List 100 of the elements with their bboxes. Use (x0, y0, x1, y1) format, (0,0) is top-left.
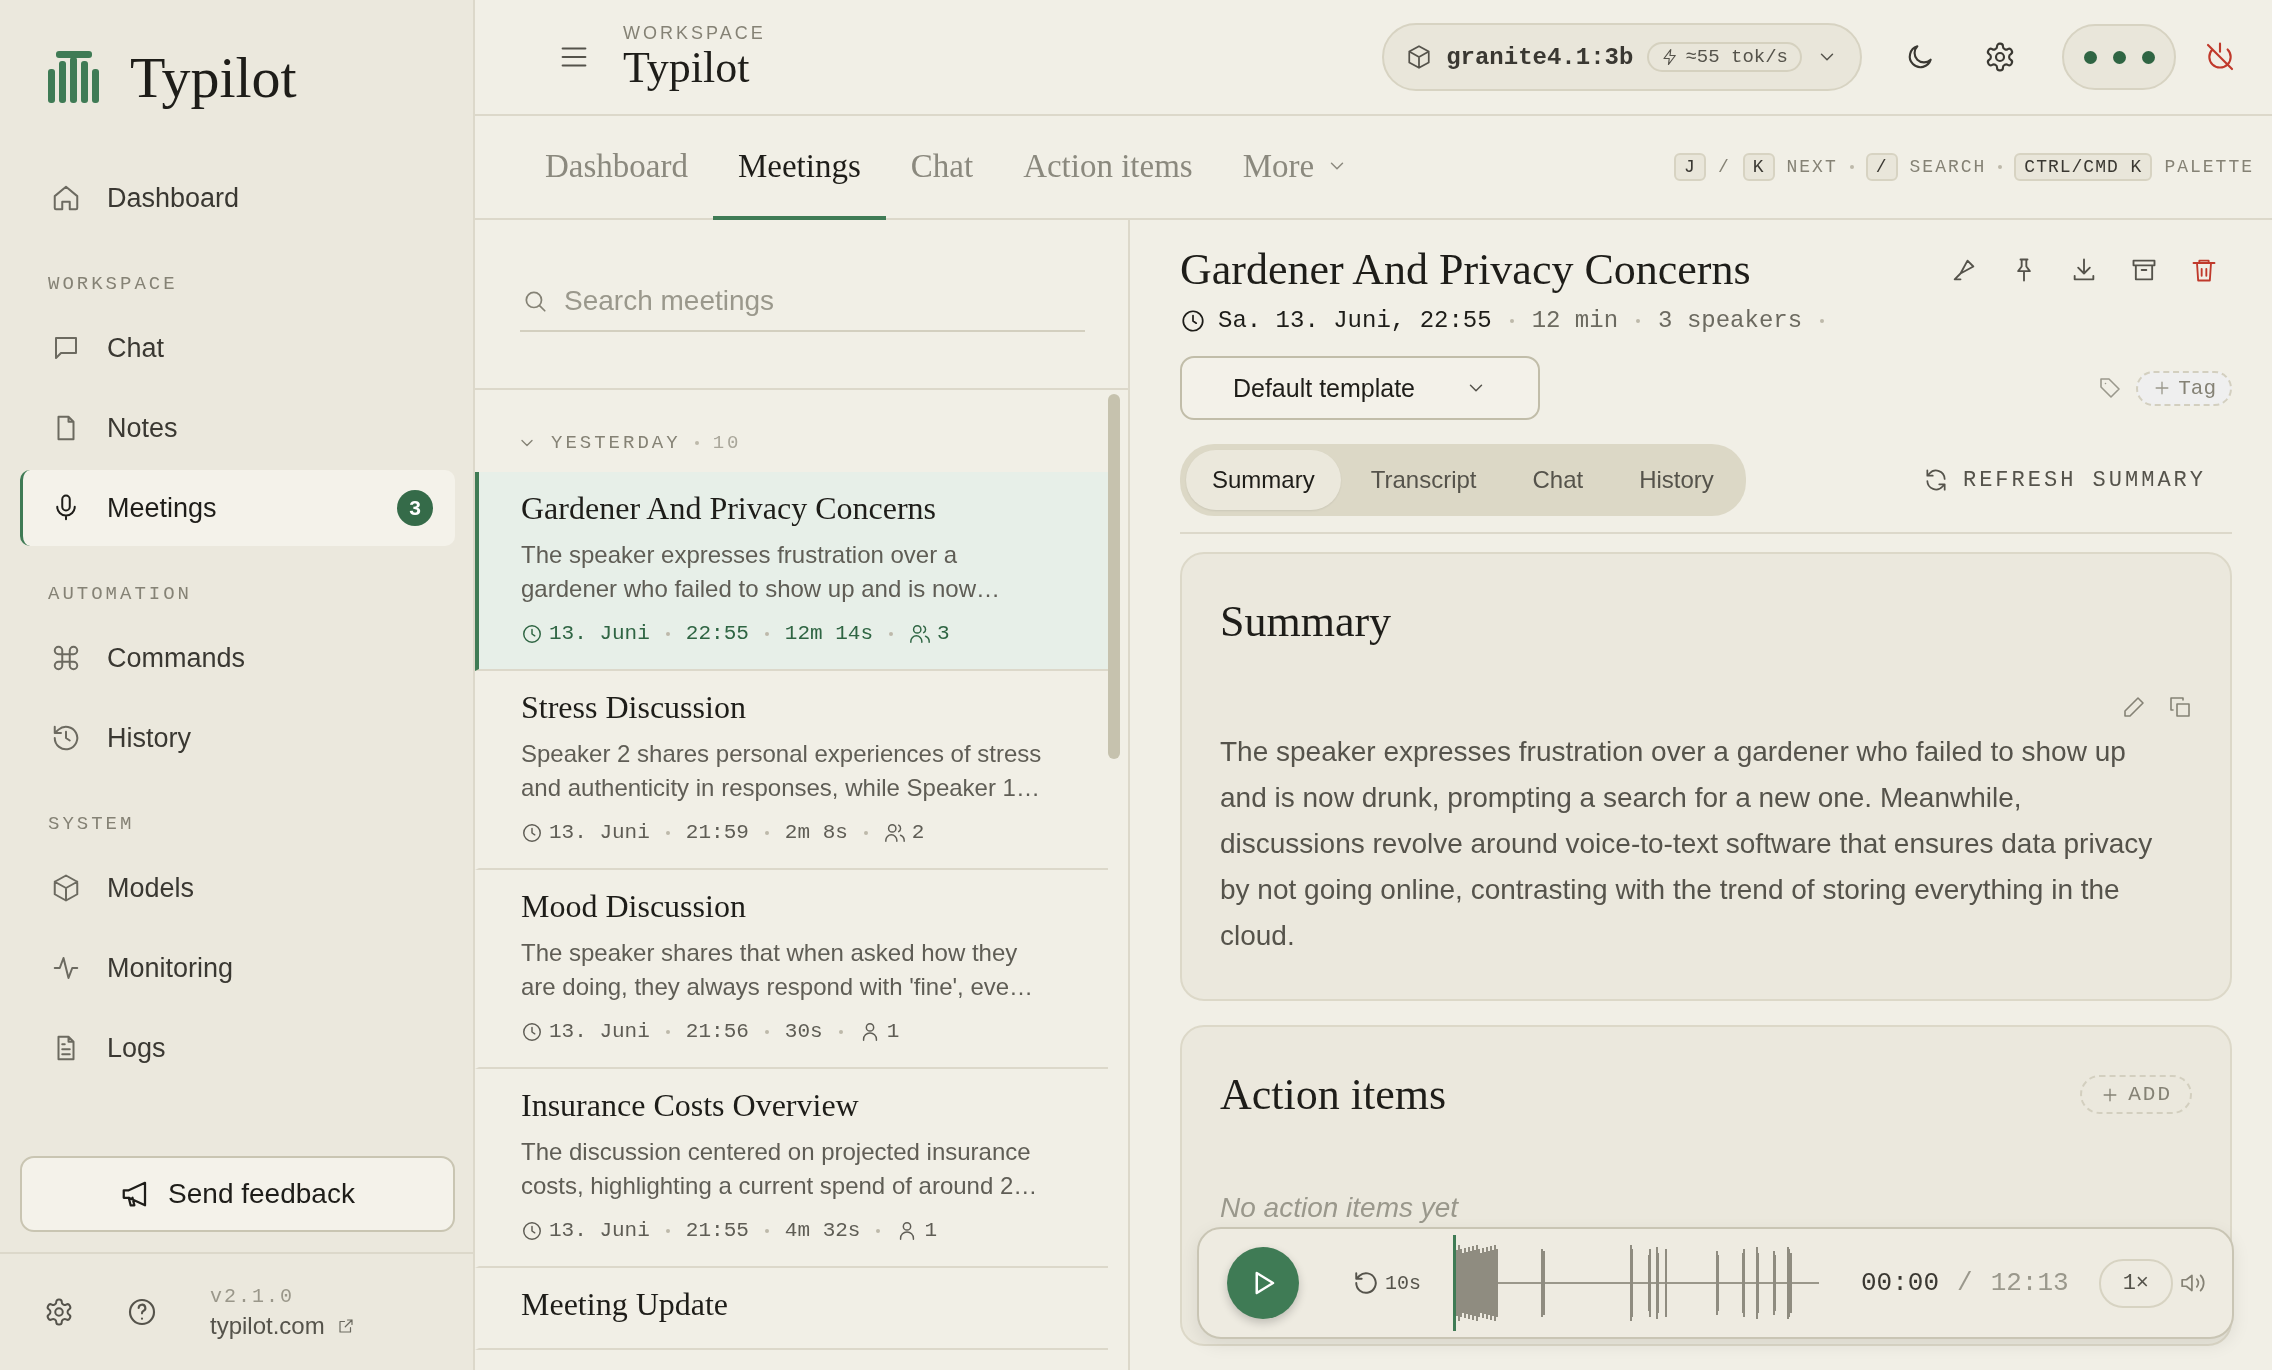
logo-icon (48, 51, 100, 103)
nav-item[interactable]: Monitoring (20, 930, 455, 1006)
section-heading: WORKSPACE (47, 272, 179, 297)
version-label: v2.1.0 (210, 1284, 295, 1308)
feedback-button[interactable]: Send feedback (20, 1156, 455, 1232)
empty-state-text: No action items yet (1220, 1192, 1460, 1224)
model-selector[interactable]: granite4.1:3b ≈55 tok/s (1382, 23, 1862, 91)
total-time: 12:13 (1990, 1268, 2069, 1298)
nav-item[interactable]: History (20, 700, 455, 776)
tab[interactable]: Transcript (1344, 450, 1503, 510)
clock-icon (521, 821, 543, 844)
meeting-item[interactable]: Insurance Costs Overview The discussion centered on projected insurance costs, highlighting a current spend of around 2… 13. Juni 21:55 4m 32s 1 (475, 1069, 1108, 1268)
count-badge: 3 (397, 490, 433, 526)
meeting-summary: The speaker shares that when asked how they are doing, they always respond with 'fine', eve… (521, 938, 1035, 1002)
nav-item[interactable]: Chat (20, 310, 455, 386)
meeting-time: 22:55 (685, 622, 749, 645)
brand-name: Typilot (130, 43, 297, 111)
meeting-title: Gardener And Privacy Concerns (521, 489, 937, 528)
rewind-button[interactable]: 10s (1347, 1269, 1427, 1297)
card-heading: Action items (1220, 1069, 1447, 1120)
nav-item[interactable]: Meetings 3 (20, 470, 455, 546)
meeting-item[interactable]: Gardener And Privacy Concerns The speaker expresses frustration over a gardener who failed to show up and is now… 13. Juni 22:55 12m 14s 3 (475, 472, 1108, 671)
tag-icon (2098, 376, 2123, 400)
clock-icon (1180, 307, 1206, 334)
meeting-title: Meeting Update (521, 1285, 730, 1324)
nav-item[interactable]: Dashboard (20, 160, 455, 236)
meeting-date: 13. Juni (549, 622, 650, 645)
tab[interactable]: Meetings (712, 116, 886, 220)
cube-icon (51, 873, 81, 903)
nav-item[interactable]: Logs (20, 1010, 455, 1086)
group-count: 10 (712, 432, 742, 454)
tab[interactable]: History (1613, 450, 1740, 510)
power-off-icon[interactable] (2204, 41, 2236, 73)
meeting-item[interactable]: Mood Discussion The speaker shares that when asked how they are doing, they always respond with 'fine', eve… 13. Juni 21:56 30s 1 (475, 870, 1108, 1069)
section-heading: AUTOMATION (47, 582, 194, 607)
meeting-summary: The speaker expresses frustration over a gardener who failed to show up and is now… (521, 540, 1001, 604)
meeting-duration: 12 min (1531, 307, 1619, 334)
external-link-icon (336, 1316, 355, 1335)
current-time: 00:00 (1861, 1268, 1940, 1298)
play-button[interactable] (1227, 1247, 1299, 1319)
clock-icon (521, 1219, 543, 1242)
key-cap: CTRL/CMD K (2014, 153, 2153, 181)
key-cap: K (1742, 153, 1775, 181)
nav-item[interactable]: Commands (20, 620, 455, 696)
meeting-title: Insurance Costs Overview (521, 1086, 860, 1125)
time-separator: / (1957, 1268, 1973, 1298)
home-icon (51, 183, 81, 213)
meeting-heading: Gardener And Privacy Concerns (1180, 244, 1752, 295)
group-label: YESTERDAY (551, 432, 681, 454)
meeting-item[interactable]: Meeting Update (475, 1268, 1108, 1350)
meeting-date: 13. Juni (549, 1219, 650, 1242)
meeting-title: Stress Discussion (521, 688, 747, 727)
speaker-count: 3 (937, 622, 950, 645)
people-icon (909, 622, 932, 645)
speaker-count: 1 (924, 1219, 938, 1242)
settings-icon[interactable] (1984, 41, 2016, 73)
settings-icon[interactable] (44, 1297, 74, 1327)
nav-item[interactable]: Models (20, 850, 455, 926)
clock-icon (521, 622, 543, 645)
meeting-date: 13. Juni (549, 821, 650, 844)
search-field[interactable]: Search meetings (520, 272, 1085, 332)
meeting-datetime: Sa. 13. Juni, 22:55 (1218, 307, 1492, 334)
replay-icon (1353, 1270, 1379, 1296)
shortcut-label: PALETTE (2164, 157, 2254, 177)
workspace-label: WORKSPACE (623, 22, 766, 44)
card-heading: Summary (1220, 596, 1393, 647)
summary-text: The speaker expresses frustration over a gardener who failed to show up and is now drunk, prompting a search for a new one. Meanwhile, discussions revolve around voice-to-text software that ensures data privacy by not going online, contrasting with the trend of storing everything in the cloud. (1220, 735, 2154, 953)
help-icon[interactable] (126, 1296, 158, 1328)
meeting-date: 13. Juni (549, 1020, 650, 1043)
meeting-duration: 2m 8s (784, 821, 848, 844)
speed-badge: ≈55 tok/s (1647, 42, 1802, 72)
command-icon (51, 643, 81, 673)
workspace-title: Typilot (623, 43, 751, 92)
speaker-count: 2 (911, 821, 925, 844)
section-heading: SYSTEM (47, 812, 136, 837)
key-cap: J (1674, 153, 1706, 181)
meeting-item[interactable]: Stress Discussion Speaker 2 shares personal experiences of stress and authenticity in responses, while Speaker 1… 13. Juni 21:59 2m 8s 2 (475, 671, 1108, 870)
tab[interactable]: Chat (1506, 450, 1610, 510)
clock-icon (521, 1020, 543, 1043)
template-dropdown[interactable]: Default template (1180, 356, 1540, 420)
meeting-duration: 12m 14s (784, 622, 874, 645)
scrollbar-thumb[interactable] (1108, 394, 1120, 759)
speaker-count: 1 (886, 1020, 900, 1043)
refresh-summary-button[interactable]: REFRESH SUMMARY (1916, 466, 2212, 494)
nav-item[interactable]: Notes (20, 390, 455, 466)
meeting-time: 21:59 (685, 821, 749, 844)
key-separator: / (1717, 157, 1731, 177)
cube-icon (1406, 44, 1433, 70)
meeting-time: 21:55 (685, 1219, 749, 1242)
meeting-duration: 30s (784, 1020, 823, 1043)
shortcut-label: SEARCH (1909, 157, 1987, 177)
pencil-icon[interactable] (2122, 695, 2146, 719)
website-link[interactable]: typilot.com (210, 1311, 355, 1340)
people-icon (883, 821, 906, 844)
meeting-summary: The discussion centered on projected insurance costs, highlighting a current spend of around 2… (521, 1137, 1039, 1201)
meeting-title: Mood Discussion (521, 887, 747, 926)
meeting-time: 21:56 (685, 1020, 749, 1043)
history-icon (51, 723, 81, 753)
speed-button[interactable]: 1× (2098, 1258, 2174, 1308)
tab[interactable]: Summary (1186, 450, 1341, 510)
